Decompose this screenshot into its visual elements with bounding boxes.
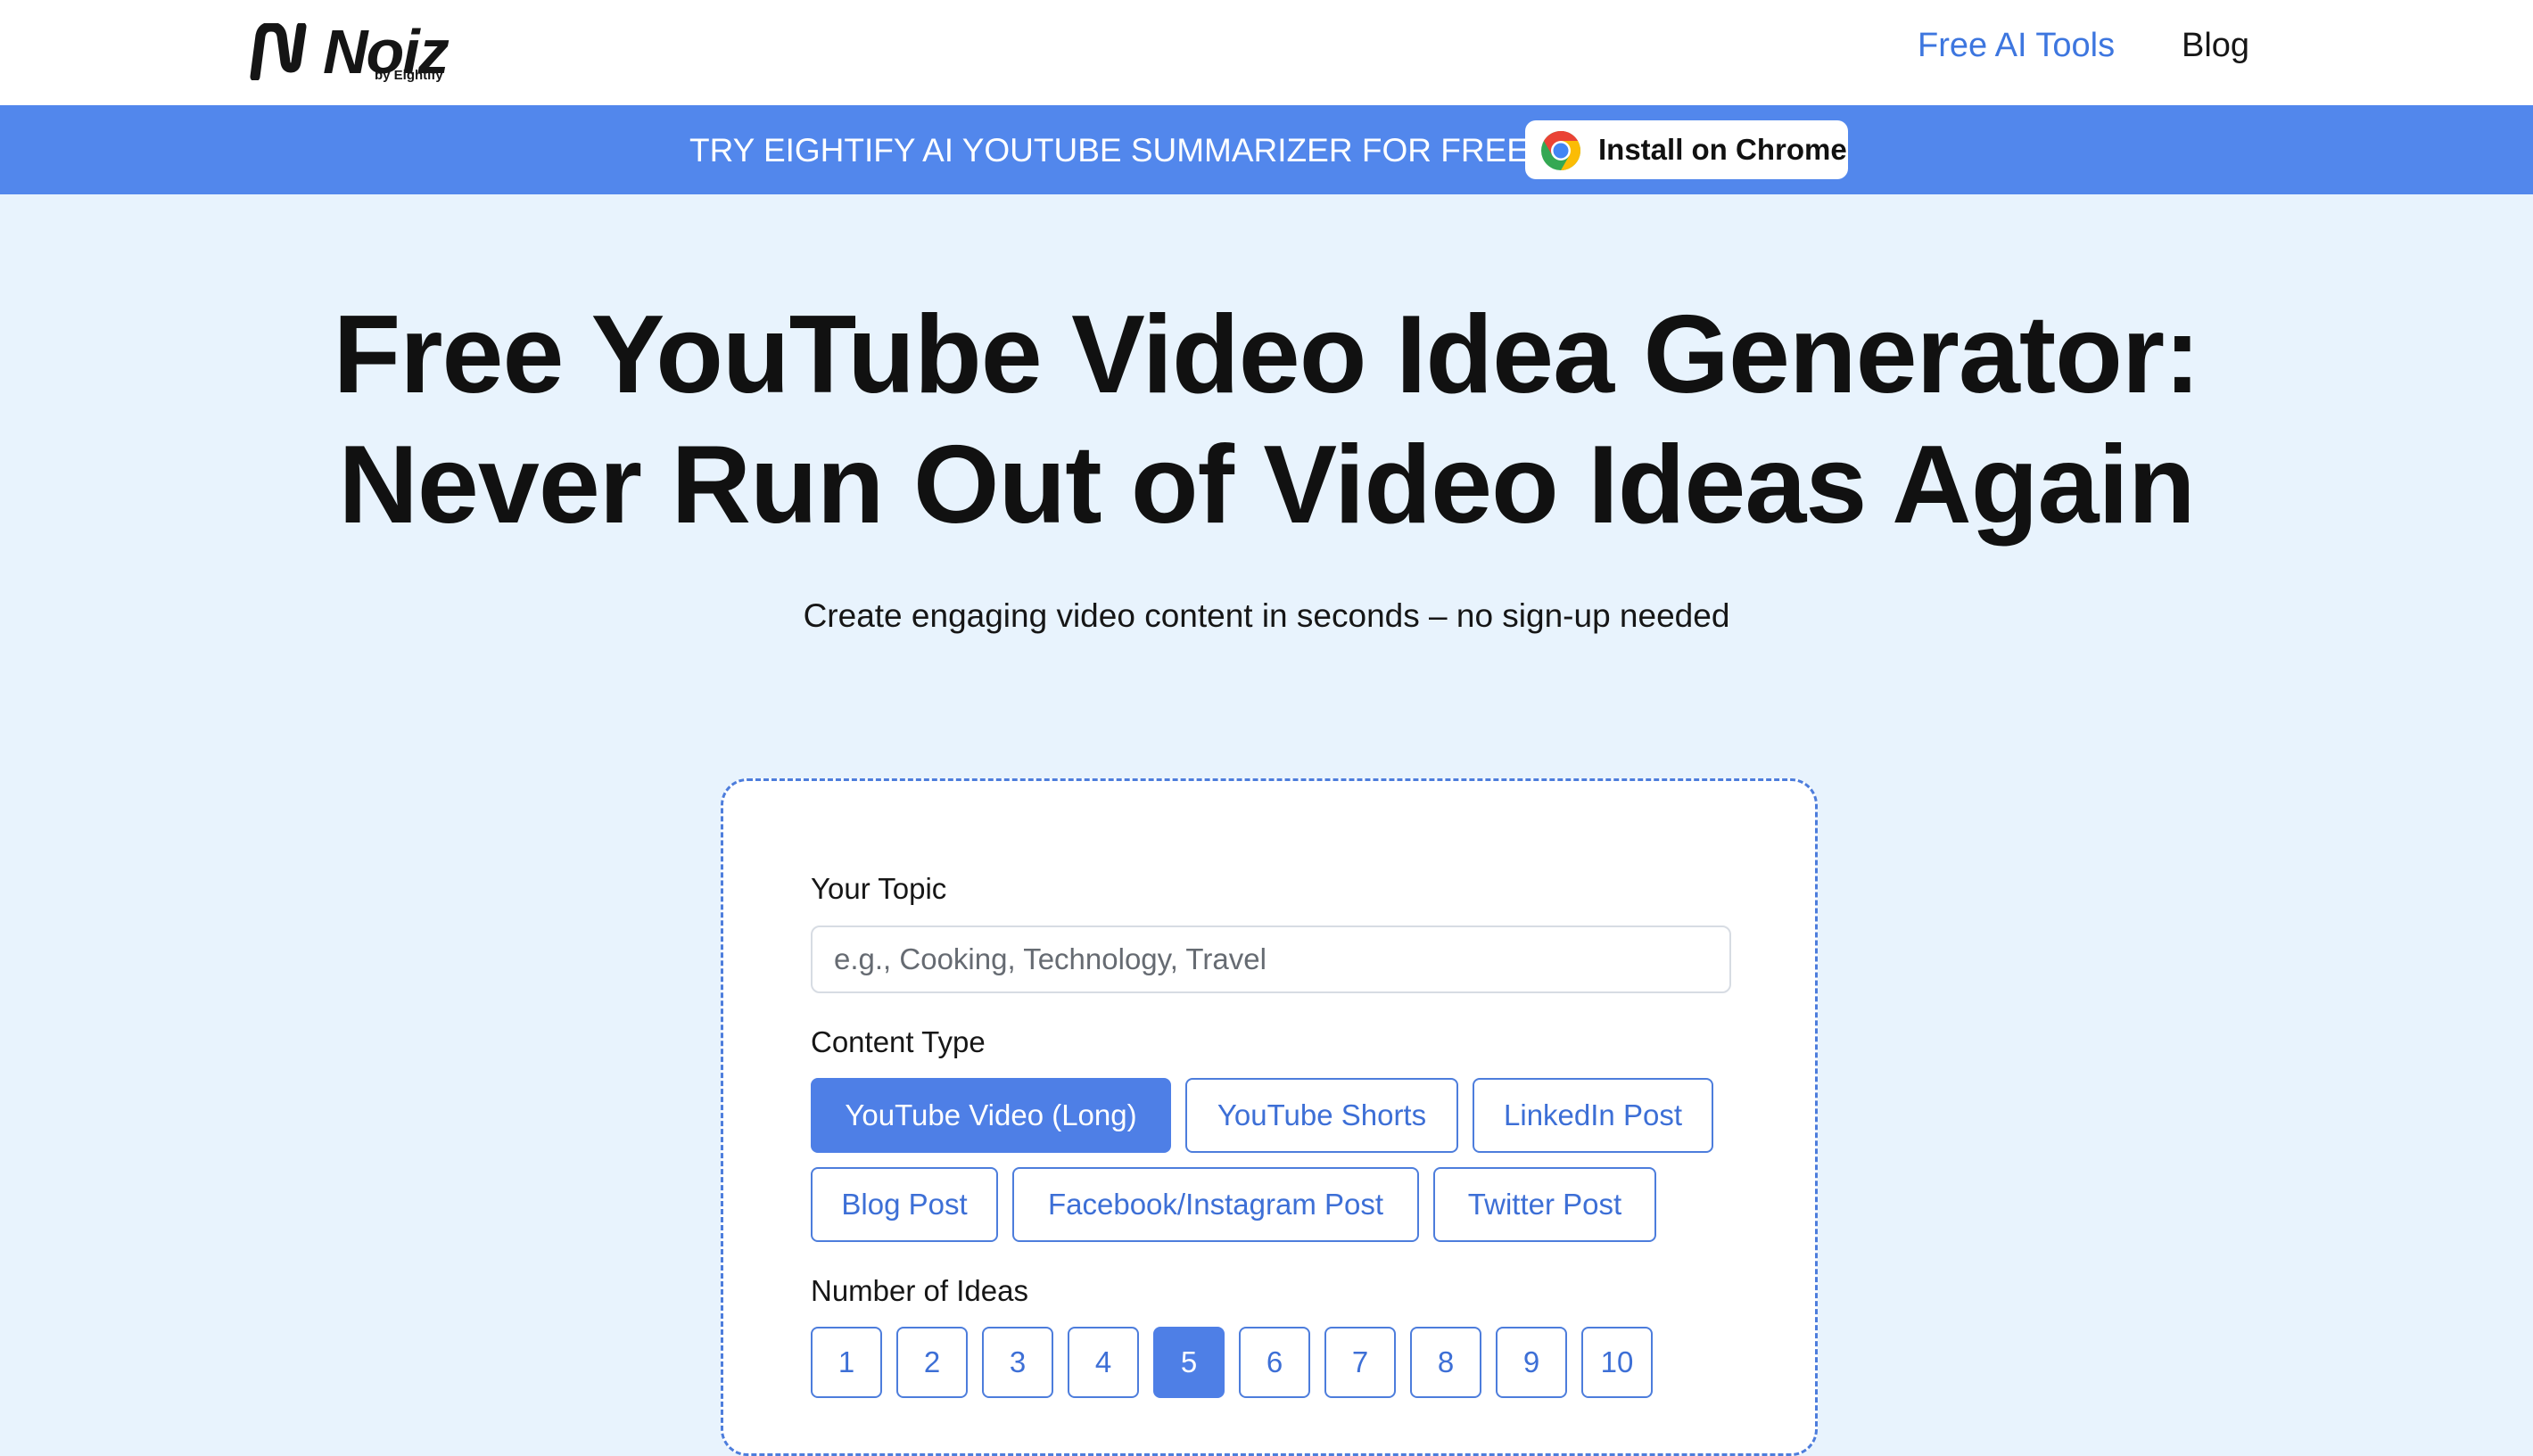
content-type-facebook-instagram-post[interactable]: Facebook/Instagram Post	[1012, 1167, 1419, 1242]
content-type-blog-post[interactable]: Blog Post	[811, 1167, 998, 1242]
page-title-line-2: Never Run Out of Video Ideas Again	[338, 424, 2195, 547]
topic-label: Your Topic	[811, 872, 947, 905]
content-type-linkedin-post[interactable]: LinkedIn Post	[1473, 1078, 1713, 1153]
idea-generator-form: Your Topic Content Type YouTube Video (L…	[721, 778, 1818, 1456]
idea-count-2[interactable]: 2	[896, 1327, 968, 1398]
page-subtitle: Create engaging video content in seconds…	[803, 597, 1730, 634]
promo-banner: TRY EIGHTIFY AI YOUTUBE SUMMARIZER FOR F…	[0, 105, 2533, 194]
nav-link-free-ai-tools[interactable]: Free AI Tools	[1918, 27, 2115, 65]
install-on-chrome-button[interactable]: Install on Chrome	[1525, 120, 1848, 179]
promo-text: TRY EIGHTIFY AI YOUTUBE SUMMARIZER FOR F…	[689, 132, 1529, 169]
install-on-chrome-label: Install on Chrome	[1598, 133, 1847, 166]
top-navigation: Noiz by Eightify Free AI Tools Blog	[0, 0, 2533, 105]
idea-count-6[interactable]: 6	[1239, 1327, 1310, 1398]
topic-input[interactable]	[811, 925, 1731, 993]
noiz-logo-mark-icon	[250, 23, 307, 80]
logo-byline: by Eightify	[375, 68, 443, 83]
idea-count-4[interactable]: 4	[1068, 1327, 1139, 1398]
content-type-label: Content Type	[811, 1025, 986, 1058]
content-type-youtube-video-long[interactable]: YouTube Video (Long)	[811, 1078, 1171, 1153]
nav-link-blog[interactable]: Blog	[2182, 27, 2249, 65]
chrome-icon	[1541, 131, 1580, 170]
content-type-youtube-shorts[interactable]: YouTube Shorts	[1185, 1078, 1458, 1153]
idea-count-8[interactable]: 8	[1410, 1327, 1481, 1398]
idea-count-9[interactable]: 9	[1496, 1327, 1567, 1398]
page-title-line-1: Free YouTube Video Idea Generator:	[333, 293, 2201, 416]
noiz-logo[interactable]: Noiz by Eightify	[250, 17, 464, 89]
idea-count-3[interactable]: 3	[982, 1327, 1053, 1398]
idea-count-10[interactable]: 10	[1581, 1327, 1653, 1398]
page-title: Free YouTube Video Idea Generator: Never…	[0, 290, 2533, 550]
idea-count-7[interactable]: 7	[1324, 1327, 1396, 1398]
number-of-ideas-label: Number of Ideas	[811, 1274, 1028, 1307]
content-type-twitter-post[interactable]: Twitter Post	[1433, 1167, 1656, 1242]
idea-count-1[interactable]: 1	[811, 1327, 882, 1398]
idea-count-5[interactable]: 5	[1153, 1327, 1225, 1398]
